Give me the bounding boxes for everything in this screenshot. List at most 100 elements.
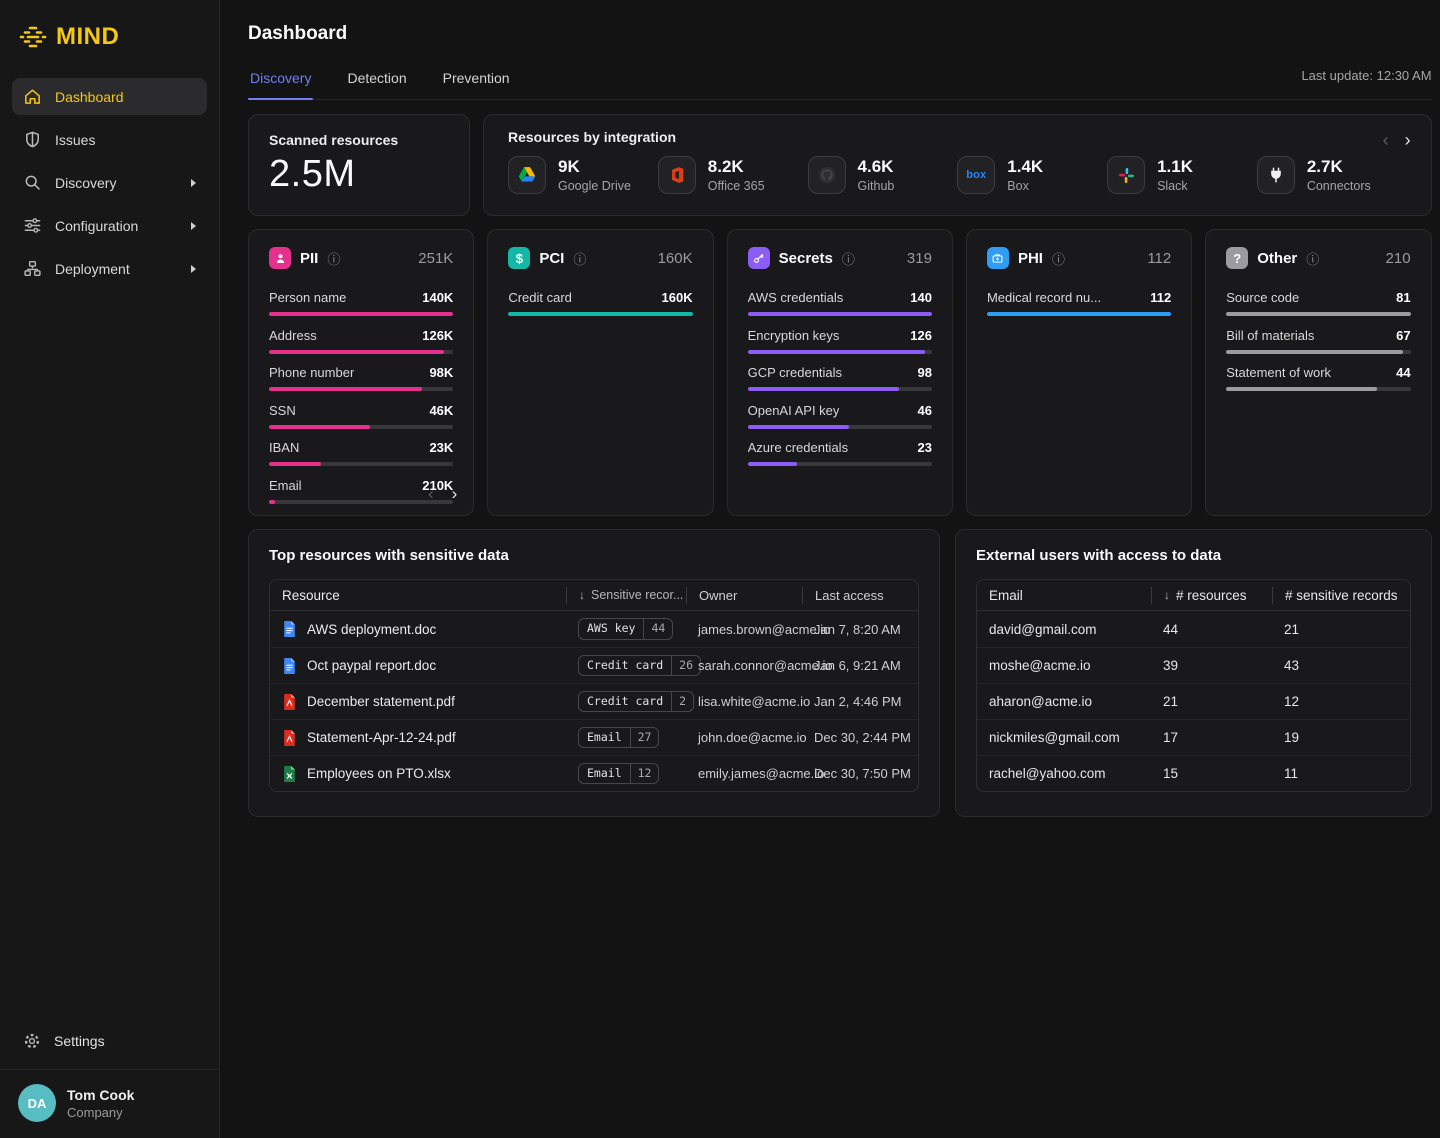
column-owner[interactable]: Owner: [686, 587, 802, 604]
column-last-access[interactable]: Last access: [802, 587, 918, 604]
integration-github[interactable]: 4.6K Github: [808, 156, 958, 194]
resource-name: AWS deployment.doc: [307, 622, 436, 637]
progress-fill: [1226, 312, 1410, 316]
sort-desc-icon: ↓: [579, 588, 585, 602]
integration-value: 8.2K: [708, 157, 765, 177]
table-row[interactable]: aharon@acme.io 21 12: [977, 683, 1410, 719]
table-row[interactable]: david@gmail.com 44 21: [977, 611, 1410, 647]
email-cell: aharon@acme.io: [977, 694, 1151, 709]
table-row[interactable]: rachel@yahoo.com 15 11: [977, 755, 1410, 791]
column-num-resources[interactable]: ↓# resources: [1151, 587, 1272, 604]
integration-google-drive[interactable]: 9K Google Drive: [508, 156, 658, 194]
integration-name: Slack: [1157, 179, 1193, 193]
carousel-next-button[interactable]: ›: [1405, 131, 1411, 149]
table-row[interactable]: nickmiles@gmail.com 17 19: [977, 719, 1410, 755]
sidebar-item-configuration[interactable]: Configuration: [12, 207, 207, 244]
scanned-resources-label: Scanned resources: [269, 132, 449, 148]
sensitive-cell: 11: [1272, 766, 1410, 781]
sidebar: MIND Dashboard Issues Discovery Configur…: [0, 0, 220, 1138]
sensitive-cell: 19: [1272, 730, 1410, 745]
progress-track: [748, 425, 932, 429]
info-icon[interactable]: ⓘ: [327, 249, 340, 268]
shield-icon: [23, 130, 42, 149]
progress-fill: [269, 312, 453, 316]
user-menu[interactable]: DA Tom Cook Company: [12, 1070, 207, 1138]
table-row[interactable]: AWS deployment.doc AWS key44 james.brown…: [270, 611, 918, 647]
column-num-sensitive[interactable]: # sensitive records: [1272, 587, 1410, 604]
integration-connectors[interactable]: 2.7K Connectors: [1257, 156, 1407, 194]
category-metric: Source code81: [1226, 290, 1410, 316]
metric-value: 23K: [429, 440, 453, 455]
metric-label: AWS credentials: [748, 290, 844, 305]
resource-name: December statement.pdf: [307, 694, 455, 709]
info-icon[interactable]: ⓘ: [842, 249, 855, 268]
metric-value: 67: [1396, 328, 1410, 343]
pager-next-button[interactable]: ›: [452, 485, 458, 502]
column-sensitive-records[interactable]: ↓Sensitive recor...: [566, 587, 686, 604]
category-header: PII ⓘ 251K: [269, 247, 453, 269]
plug-icon: [1257, 156, 1295, 194]
sidebar-item-discovery[interactable]: Discovery: [12, 164, 207, 201]
user-name: Tom Cook: [67, 1087, 134, 1103]
integration-slack[interactable]: 1.1K Slack: [1107, 156, 1257, 194]
integration-office-365[interactable]: 8.2K Office 365: [658, 156, 808, 194]
metric-value: 126K: [422, 328, 453, 343]
chevron-right-icon: [191, 222, 196, 230]
progress-track: [748, 350, 932, 354]
category-header: ? Other ⓘ 210: [1226, 247, 1410, 269]
carousel-prev-button[interactable]: ‹: [1383, 131, 1389, 149]
sidebar-bottom: Settings DA Tom Cook Company: [12, 1023, 207, 1138]
table-row[interactable]: moshe@acme.io 39 43: [977, 647, 1410, 683]
column-resource[interactable]: Resource: [270, 587, 566, 604]
sensitive-badge: Email27: [578, 727, 659, 749]
table-row[interactable]: Statement-Apr-12-24.pdf Email27 john.doe…: [270, 719, 918, 755]
integration-box[interactable]: box 1.4K Box: [957, 156, 1107, 194]
category-card-other: ? Other ⓘ 210 Source code81 Bill of mate…: [1205, 229, 1431, 516]
metric-value: 140: [910, 290, 932, 305]
metric-label: Statement of work: [1226, 365, 1331, 380]
metric-value: 46: [917, 403, 931, 418]
info-icon[interactable]: ⓘ: [1052, 249, 1065, 268]
main-content: Dashboard Discovery Detection Prevention…: [220, 0, 1440, 1138]
chevron-right-icon: [191, 265, 196, 273]
progress-track: [508, 312, 692, 316]
sidebar-item-dashboard[interactable]: Dashboard: [12, 78, 207, 115]
page-title: Dashboard: [248, 23, 1432, 45]
tab-prevention[interactable]: Prevention: [441, 70, 512, 99]
metric-label: Encryption keys: [748, 328, 840, 343]
table-row[interactable]: Employees on PTO.xlsx Email12 emily.jame…: [270, 755, 918, 791]
category-metric: Address126K: [269, 328, 453, 354]
metric-value: 140K: [422, 290, 453, 305]
integrations-card: Resources by integration ‹ › 9K Google D…: [483, 114, 1432, 216]
settings-button[interactable]: Settings: [12, 1023, 207, 1059]
sidebar-item-deployment[interactable]: Deployment: [12, 250, 207, 287]
resource-name: Statement-Apr-12-24.pdf: [307, 730, 456, 745]
integration-name: Github: [858, 179, 895, 193]
info-icon[interactable]: ⓘ: [573, 249, 586, 268]
metric-label: IBAN: [269, 440, 299, 455]
tables-row: Top resources with sensitive data Resour…: [248, 529, 1432, 817]
resources-cell: 39: [1151, 658, 1272, 673]
question-icon: ?: [1226, 247, 1248, 269]
metric-value: 81: [1396, 290, 1410, 305]
metric-label: Credit card: [508, 290, 572, 305]
category-card-secrets: Secrets ⓘ 319 AWS credentials140 Encrypt…: [727, 229, 953, 516]
sensitive-cell: 12: [1272, 694, 1410, 709]
column-email[interactable]: Email: [977, 587, 1151, 604]
progress-fill: [987, 312, 1171, 316]
table-row[interactable]: December statement.pdf Credit card2 lisa…: [270, 683, 918, 719]
tab-discovery[interactable]: Discovery: [248, 70, 313, 99]
resource-name: Oct paypal report.doc: [307, 658, 436, 673]
sidebar-item-issues[interactable]: Issues: [12, 121, 207, 158]
sidebar-item-label: Dashboard: [55, 89, 124, 105]
progress-track: [1226, 312, 1410, 316]
mind-burst-icon: [18, 22, 48, 52]
table-row[interactable]: Oct paypal report.doc Credit card26 sara…: [270, 647, 918, 683]
integration-name: Google Drive: [558, 179, 631, 193]
search-icon: [23, 173, 42, 192]
last-access-cell: Jan 2, 4:46 PM: [802, 694, 918, 709]
tab-detection[interactable]: Detection: [345, 70, 408, 99]
info-icon[interactable]: ⓘ: [1306, 249, 1319, 268]
pager-prev-button[interactable]: ‹: [428, 485, 434, 502]
progress-fill: [1226, 387, 1377, 391]
